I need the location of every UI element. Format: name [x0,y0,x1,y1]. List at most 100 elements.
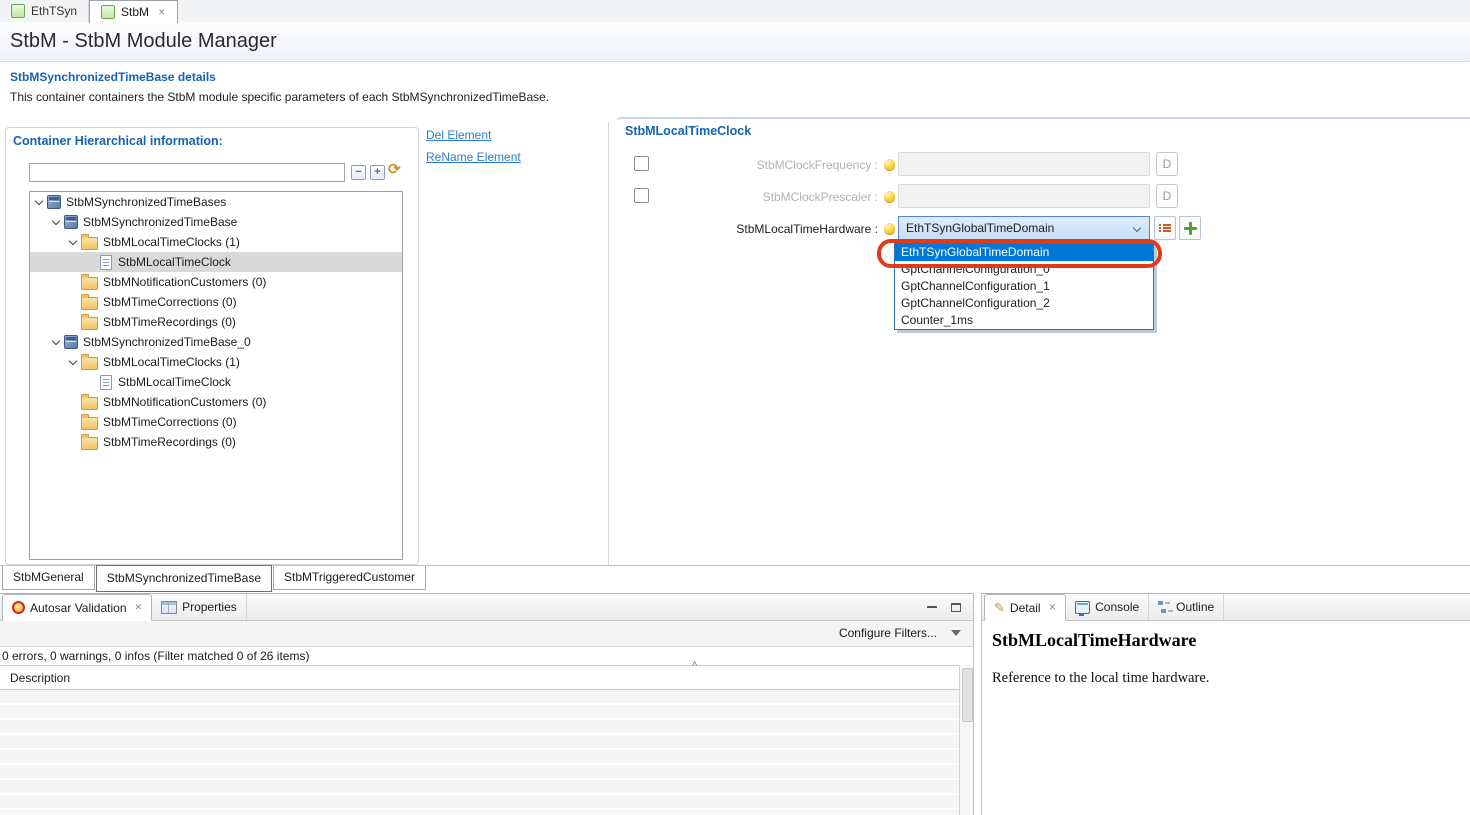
editor-tab-label: EthTSyn [31,4,77,18]
editor-tab-ethtsyn[interactable]: EthTSyn [0,0,89,22]
delete-element-link[interactable]: Del Element [426,128,491,142]
hierarchy-group: Container Hierarchical information: − + … [5,127,419,565]
configure-filters-button[interactable]: Configure Filters... [839,626,937,640]
validation-tab-bar: Autosar Validation ✕ Properties [0,594,973,621]
minimize-icon[interactable] [927,606,937,616]
sort-ascending-icon: ^ [692,660,697,672]
close-icon[interactable]: ✕ [135,602,143,613]
tree-item[interactable]: StbMSynchronizedTimeBases [30,192,402,212]
tree-item[interactable]: StbMTimeCorrections (0) [30,412,402,432]
tree-item-label: StbMSynchronizedTimeBase [83,215,237,229]
tree-indent [68,276,81,288]
chevron-down-icon[interactable] [51,336,64,348]
dropdown-option[interactable]: GptChannelConfiguration_1 [895,278,1153,295]
tree-item-label: StbMLocalTimeClocks (1) [103,355,240,369]
tab-console[interactable]: Console [1066,594,1149,620]
dropdown-option[interactable]: GptChannelConfiguration_2 [895,295,1153,312]
tree-item-label: StbMSynchronizedTimeBase_0 [83,335,251,349]
folder-icon [81,277,98,290]
sheet-tab-stbmgeneral[interactable]: StbMGeneral [2,566,95,590]
vertical-sash[interactable] [608,122,609,565]
tree-indent [68,416,81,428]
chevron-down-icon[interactable] [51,216,64,228]
validation-table-body [0,690,959,815]
clock-prescaler-default-button[interactable]: D [1156,184,1178,208]
folder-icon [81,397,98,410]
scrollbar-thumb[interactable] [962,668,973,722]
outline-icon [1158,601,1171,613]
sheet-tabs: StbMGeneralStbMSynchronizedTimeBaseStbMT… [2,566,427,592]
tree-item[interactable]: StbMNotificationCustomers (0) [30,272,402,292]
module-icon [11,4,25,18]
dropdown-option[interactable]: Counter_1ms [895,312,1153,329]
reference-list-button[interactable] [1154,216,1176,240]
detail-form-title: StbMLocalTimeClock [625,124,751,138]
tree-item[interactable]: StbMSynchronizedTimeBase [30,212,402,232]
tree-filter-input[interactable] [29,163,345,182]
console-icon [1075,601,1090,614]
view-menu-icon[interactable] [951,630,961,636]
tree-item[interactable]: StbMSynchronizedTimeBase_0 [30,332,402,352]
local-time-hardware-label: StbMLocalTimeHardware : [640,222,878,236]
panel-window-buttons [927,594,961,620]
folder-icon [81,297,98,310]
collapse-all-button[interactable]: − [351,165,366,180]
tree-item-label: StbMLocalTimeClocks (1) [103,235,240,249]
tree-indent [85,376,98,388]
close-icon[interactable]: ✕ [1049,602,1057,613]
add-reference-button[interactable] [1179,216,1201,240]
tree-item[interactable]: StbMTimeRecordings (0) [30,432,402,452]
tab-autosar-validation[interactable]: Autosar Validation ✕ [2,594,152,621]
bulb-icon [884,191,895,202]
detail-heading: StbMLocalTimeHardware [992,630,1196,651]
tree-item[interactable]: StbMLocalTimeClock [30,372,402,392]
tree-item[interactable]: StbMLocalTimeClocks (1) [30,232,402,252]
editor-tab-stbm[interactable]: StbM ✕ [89,0,178,23]
chevron-down-icon[interactable] [34,196,47,208]
expand-all-button[interactable]: + [370,165,385,180]
tree-item[interactable]: StbMLocalTimeClocks (1) [30,352,402,372]
folder-icon [81,437,98,450]
section-description: This container containers the StbM modul… [10,90,549,104]
tab-outline[interactable]: Outline [1149,594,1224,620]
view-tab-label: Detail [1010,601,1041,615]
clock-frequency-input[interactable] [898,152,1150,176]
clock-prescaler-input[interactable] [898,184,1150,208]
tab-detail[interactable]: ✎ Detail ✕ [984,594,1066,621]
doc-icon [100,255,112,270]
vertical-scrollbar[interactable] [959,665,973,815]
tab-properties[interactable]: Properties [152,594,247,620]
maximize-icon[interactable] [951,603,961,612]
sheet-tab-stbmsynchronizedtimebase[interactable]: StbMSynchronizedTimeBase [96,565,272,592]
tree-item[interactable]: StbMNotificationCustomers (0) [30,392,402,412]
clock-frequency-label: StbMClockFrequency : [640,158,878,172]
clock-prescaler-label: StbMClockPrescaler : [640,190,878,204]
tree-item-label: StbMTimeCorrections (0) [103,415,237,429]
combo-value: EthTSynGlobalTimeDomain [906,221,1054,235]
validation-icon [11,600,27,616]
rename-element-link[interactable]: ReName Element [426,150,521,164]
tree-indent [68,396,81,408]
hierarchy-title: Container Hierarchical information: [13,134,223,148]
module-icon [101,5,115,19]
validation-panel: Autosar Validation ✕ Properties Configur… [0,593,974,815]
tree-indent [68,436,81,448]
tree-item[interactable]: StbMTimeCorrections (0) [30,292,402,312]
close-icon[interactable]: ✕ [158,7,166,18]
refresh-icon[interactable]: ⟳ [388,160,401,178]
chevron-down-icon[interactable] [68,356,81,368]
tree-item[interactable]: StbMLocalTimeClock [30,252,402,272]
description-column-header[interactable]: Description ^ [0,665,973,690]
chevron-down-icon[interactable] [68,236,81,248]
validation-status: 0 errors, 0 warnings, 0 infos (Filter ma… [2,649,309,663]
tree-item[interactable]: StbMTimeRecordings (0) [30,312,402,332]
folder-icon [81,357,98,370]
chevron-down-icon[interactable] [1133,224,1142,233]
clock-frequency-default-button[interactable]: D [1156,152,1178,176]
editor-tab-bar: EthTSyn StbM ✕ [0,0,1470,23]
view-tab-label: Autosar Validation [30,601,127,615]
annotation-highlight [877,239,1162,268]
sheet-tab-stbmtriggeredcustomer[interactable]: StbMTriggeredCustomer [273,566,426,590]
tree-indent [68,296,81,308]
local-time-hardware-combo[interactable]: EthTSynGlobalTimeDomain [898,216,1150,240]
